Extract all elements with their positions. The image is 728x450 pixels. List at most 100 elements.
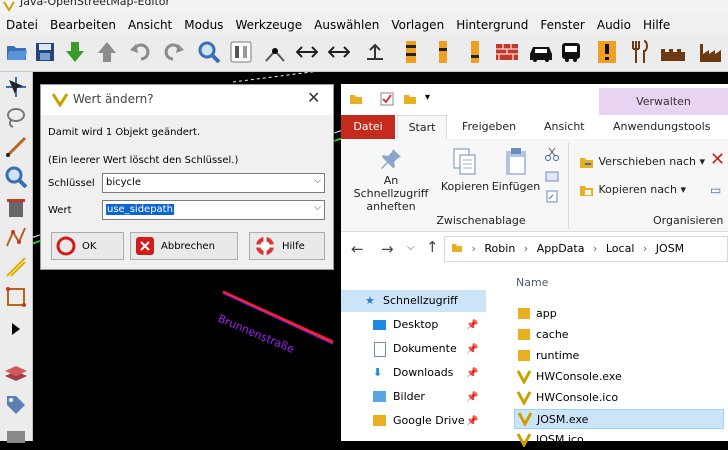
copy-path-icon[interactable] [545,169,559,183]
castle-icon[interactable] [660,39,686,65]
delete-tool-icon[interactable] [3,194,29,220]
new-folder-icon[interactable] [403,92,417,106]
ribbon-tabs: Datei Start Freigeben Ansicht Anwendungs… [341,115,728,140]
download-icon[interactable] [62,39,88,65]
undo-icon[interactable] [128,39,154,65]
extrude-icon[interactable] [3,284,29,310]
list-item[interactable]: cache [514,325,724,345]
list-item[interactable]: HWConsole.exe [514,367,724,387]
copy-button[interactable]: Kopieren [439,147,491,193]
fence-icon[interactable] [462,39,488,65]
column-header-name[interactable]: Name [516,276,548,289]
file-name: app [536,307,557,320]
quick-access-dropdown-icon[interactable]: ▾ [425,92,430,103]
copy-to-button[interactable]: Kopieren nach ▾ [579,183,686,197]
file-name: HWConsole.ico [536,391,619,404]
paste-button[interactable]: Einfügen [491,147,541,193]
manage-context-tab[interactable]: Verwalten [599,88,728,116]
value-combobox[interactable]: use_sidepath ⌵ [102,200,325,220]
list-item[interactable]: app [514,304,724,324]
menu-fenster[interactable]: Fenster [534,18,591,32]
tab-start[interactable]: Start [397,115,447,139]
combine-way-icon[interactable] [294,39,320,65]
breadcrumb-josm[interactable]: JOSM [656,242,684,255]
breadcrumb-local[interactable]: Local [606,242,635,255]
menu-modus[interactable]: Modus [178,18,229,32]
key-combobox[interactable]: bicycle ⌵ [102,173,325,193]
tags-icon[interactable] [3,392,29,418]
factory-icon[interactable] [698,39,724,65]
cut-icon[interactable] [545,147,559,161]
up-arrow-icon[interactable]: ↑ [426,238,439,256]
rename-icon[interactable]: ▭ [710,183,721,197]
move-to-button[interactable]: Verschieben nach ▾ [579,155,705,169]
parallel-way-icon[interactable] [3,254,29,280]
forward-arrow-icon[interactable]: → [381,240,394,258]
recent-locations-icon[interactable]: ⌵ [407,242,415,253]
menu-auswaehlen[interactable]: Auswählen [308,18,385,32]
breadcrumb[interactable]: › Robin › AppData › Local › JOSM [444,236,728,262]
upload-icon[interactable] [94,39,120,65]
align-icon[interactable] [362,39,388,65]
nav-item-schnellzugriff[interactable]: ★ Schnellzugriff [341,290,486,312]
menu-hintergrund[interactable]: Hintergrund [450,18,534,32]
split-way-icon[interactable] [262,39,288,65]
properties-icon[interactable] [379,91,395,107]
tab-datei[interactable]: Datei [341,115,395,139]
open-folder-icon[interactable] [4,39,30,65]
back-arrow-icon[interactable]: ← [351,240,364,258]
menu-hilfe[interactable]: Hilfe [637,18,676,32]
close-icon[interactable]: ✕ [307,88,320,107]
lasso-tool-icon[interactable] [3,104,29,130]
breadcrumb-robin[interactable]: Robin [484,242,515,255]
list-item[interactable]: HWConsole.ico [514,388,724,408]
layers-icon[interactable] [3,360,29,386]
select-tool-icon[interactable] [3,74,29,100]
help-button[interactable]: Hilfe [249,232,325,260]
draw-tool-icon[interactable] [3,134,29,160]
nav-item-downloads[interactable]: ⬇ Downloads 📌 [341,362,481,384]
nav-item-google-drive[interactable]: Google Drive 📌 [341,410,481,432]
preferences-icon[interactable] [228,39,254,65]
menu-bearbeiten[interactable]: Bearbeiten [44,18,122,32]
cancel-button[interactable]: Abbrechen [130,232,238,260]
save-icon[interactable] [32,39,58,65]
nav-item-bilder[interactable]: Bilder 📌 [341,386,481,408]
bollard-icon[interactable] [430,39,456,65]
nav-label: Dokumente [393,342,457,355]
menu-werkzeuge[interactable]: Werkzeuge [229,18,308,32]
nav-item-desktop[interactable]: Desktop 📌 [341,314,481,336]
menu-datei[interactable]: Datei [0,18,44,32]
zoom-tool-icon[interactable] [3,164,29,190]
wall-icon[interactable] [494,39,520,65]
tab-freigeben[interactable]: Freigeben [462,115,516,139]
more-tools-icon[interactable] [3,316,29,342]
ok-button[interactable]: OK [51,232,124,260]
barrier-icon[interactable] [398,39,424,65]
car-icon[interactable] [528,39,554,65]
pin-quick-access-button[interactable]: An Schnellzugriff anheften [345,147,437,213]
chevron-down-icon[interactable]: ⌵ [314,176,321,186]
hazard-icon[interactable] [594,39,620,65]
nav-item-dokumente[interactable]: Dokumente 📌 [341,338,481,360]
restaurant-icon[interactable] [626,39,652,65]
tab-ansicht[interactable]: Ansicht [544,115,585,139]
menu-audio[interactable]: Audio [591,18,637,32]
delete-icon[interactable]: ✕ [710,149,725,170]
list-item[interactable]: JOSM.ico [514,430,724,450]
list-item[interactable]: runtime [514,346,724,366]
pin-icon [381,149,401,169]
redo-icon[interactable] [160,39,186,65]
bus-icon[interactable] [558,39,584,65]
paste-shortcut-icon[interactable] [545,189,559,203]
menu-ansicht[interactable]: Ansicht [122,18,178,32]
menu-vorlagen[interactable]: Vorlagen [385,18,450,32]
relation-icon[interactable] [3,424,29,450]
tab-anwendungstools[interactable]: Anwendungstools [613,115,710,139]
zoom-icon[interactable] [196,39,222,65]
reverse-way-icon[interactable] [326,39,352,65]
improve-way-icon[interactable] [3,224,29,250]
breadcrumb-appdata[interactable]: AppData [537,242,585,255]
list-item-selected[interactable]: JOSM.exe [514,409,724,429]
chevron-down-icon[interactable]: ⌵ [314,203,321,213]
